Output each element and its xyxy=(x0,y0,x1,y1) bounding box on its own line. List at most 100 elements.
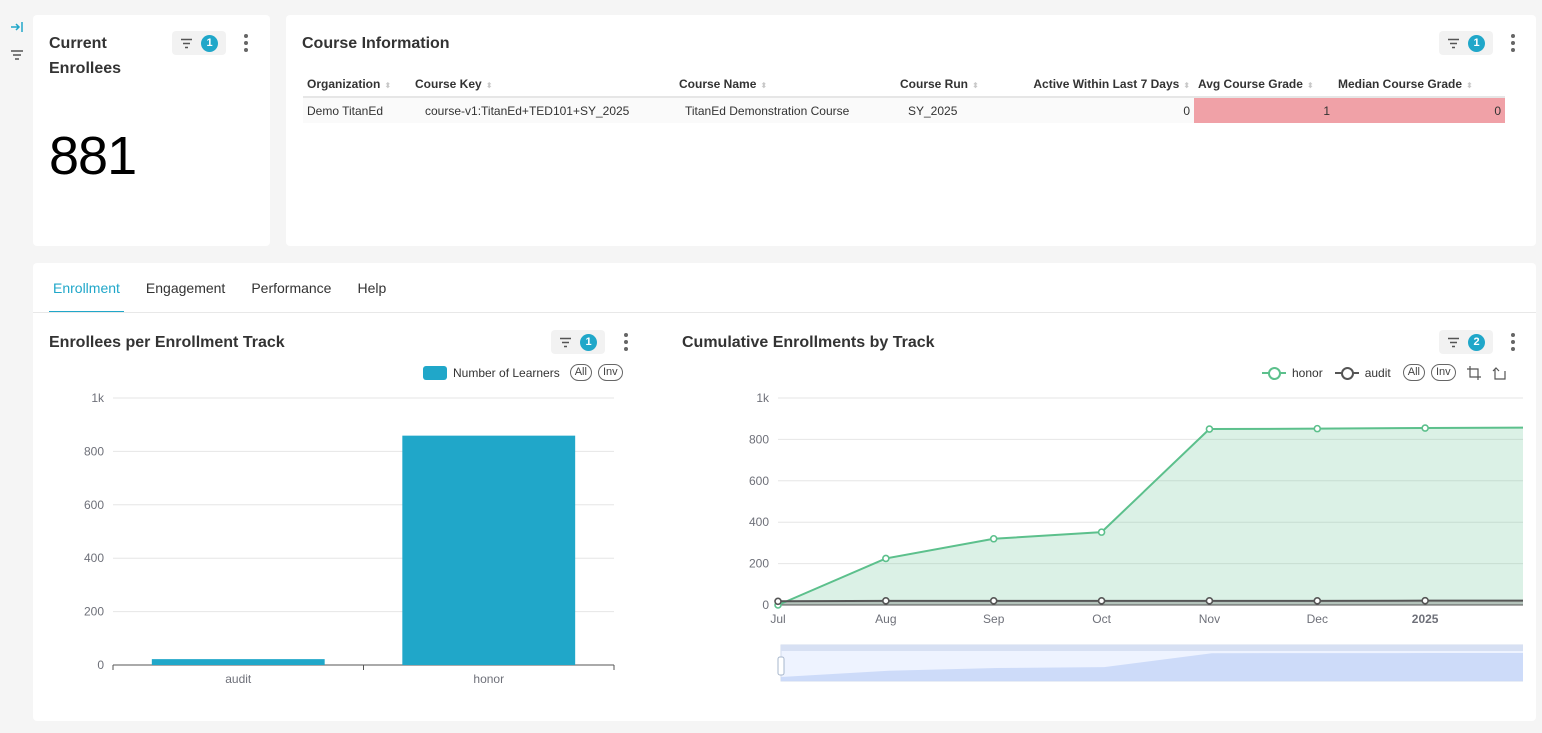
cell-active-7-days: 0 xyxy=(1016,97,1194,123)
x-tick-label: Nov xyxy=(1199,612,1220,626)
bar-chart-title: Enrollees per Enrollment Track xyxy=(49,334,285,351)
legend-swatch xyxy=(423,365,447,380)
column-header-median-grade[interactable]: Median Course Grade ⬍ xyxy=(1334,71,1505,98)
filter-count-badge: 2 xyxy=(1468,333,1485,351)
y-tick-label: 800 xyxy=(84,444,104,458)
legend-select-all-button[interactable]: All xyxy=(569,364,592,381)
column-header-active-7-days[interactable]: Active Within Last 7 Days ⬍ xyxy=(1016,71,1194,98)
filter-indicator[interactable]: 2 xyxy=(1439,330,1493,354)
y-tick-label: 0 xyxy=(97,658,104,672)
legend-swatch-audit xyxy=(1334,366,1359,380)
cell-median-grade: 0 xyxy=(1334,97,1505,123)
point-audit xyxy=(1097,597,1106,605)
tab-performance[interactable]: Performance xyxy=(247,263,335,313)
legend-invert-button[interactable]: Inv xyxy=(1430,364,1456,381)
y-tick-label: 1k xyxy=(756,391,770,405)
x-tick-label: Aug xyxy=(875,612,896,626)
legend-label-audit[interactable]: audit xyxy=(1365,366,1391,380)
y-tick-label: 600 xyxy=(84,498,104,512)
line-audit xyxy=(777,599,1523,603)
zoom-select-icon[interactable] xyxy=(1466,365,1482,381)
point-audit xyxy=(1421,596,1429,605)
sort-icon: ⬍ xyxy=(485,80,493,90)
bar-chart-legend: Number of Learners All Inv xyxy=(423,364,623,381)
expand-sidebar-icon[interactable] xyxy=(9,19,25,35)
table-row[interactable]: Demo TitanEd course-v1:TitanEd+TED101+SY… xyxy=(303,97,1505,123)
zoom-slider-bar xyxy=(781,645,1523,651)
column-header-course-run[interactable]: Course Run ⬍ xyxy=(896,71,1016,98)
y-tick-label: 200 xyxy=(84,605,104,619)
tab-help[interactable]: Help xyxy=(353,263,390,313)
point-audit xyxy=(1205,597,1214,605)
line-chart: 02004006008001kJulAugSepOctNovDec2025Feb xyxy=(749,391,1523,682)
cell-course-run: SY_2025 xyxy=(896,97,1016,123)
sort-icon: ⬍ xyxy=(760,80,768,90)
point-honor xyxy=(1313,424,1322,433)
point-audit xyxy=(882,597,890,605)
x-tick-label: Sep xyxy=(983,612,1005,626)
filter-indicator[interactable]: 1 xyxy=(551,330,605,354)
charts-card: Enrollment Engagement Performance Help E… xyxy=(33,263,1536,721)
more-options-icon[interactable] xyxy=(1508,33,1518,53)
point-honor xyxy=(882,554,890,563)
bar-chart: 0 200 400 600 800 1k audit honor xyxy=(84,391,615,686)
current-enrollees-title: Current Enrollees xyxy=(49,35,122,77)
filter-count-badge: 1 xyxy=(580,333,597,351)
x-tick-label: 2025 xyxy=(1412,612,1439,626)
sort-icon: ⬍ xyxy=(972,80,979,90)
point-audit xyxy=(1313,597,1322,605)
legend-label-honor[interactable]: honor xyxy=(1292,366,1323,380)
line-chart-title: Cumulative Enrollments by Track xyxy=(682,334,935,351)
column-header-organization[interactable]: Organization ⬍ xyxy=(303,71,411,98)
filter-icon[interactable] xyxy=(9,47,25,63)
point-honor xyxy=(1097,528,1106,536)
filter-count-badge: 1 xyxy=(1468,34,1485,52)
tab-engagement[interactable]: Engagement xyxy=(142,263,229,313)
left-toolbar xyxy=(0,0,33,733)
legend-select-all-button[interactable]: All xyxy=(1402,364,1425,381)
column-header-avg-grade[interactable]: Avg Course Grade ⬍ xyxy=(1194,71,1334,98)
bar-honor xyxy=(402,435,576,665)
area-honor xyxy=(778,427,1523,605)
y-tick-label: 600 xyxy=(749,474,769,488)
x-tick-label: Jul xyxy=(770,612,785,626)
point-audit xyxy=(989,597,998,605)
filter-indicator[interactable]: 1 xyxy=(172,31,226,55)
filter-icon xyxy=(560,337,571,347)
point-honor xyxy=(1205,425,1214,433)
legend-label[interactable]: Number of Learners xyxy=(453,366,560,380)
tab-bar: Enrollment Engagement Performance Help xyxy=(49,263,408,313)
zoom-reset-icon[interactable] xyxy=(1492,365,1508,381)
cell-organization: Demo TitanEd xyxy=(303,97,411,123)
legend-swatch-honor xyxy=(1262,366,1286,380)
x-tick-label: Dec xyxy=(1307,612,1328,626)
more-options-icon[interactable] xyxy=(621,332,631,352)
tab-enrollment[interactable]: Enrollment xyxy=(49,263,124,313)
filter-icon xyxy=(181,38,192,48)
x-tick-label: honor xyxy=(473,672,504,686)
y-tick-label: 1k xyxy=(91,391,105,405)
y-tick-label: 200 xyxy=(749,557,769,571)
current-enrollees-card: Current Enrollees 1 881 xyxy=(33,15,270,246)
point-honor xyxy=(989,534,998,543)
column-header-course-key[interactable]: Course Key ⬍ xyxy=(411,71,675,98)
cell-course-name: TitanEd Demonstration Course xyxy=(675,97,896,123)
y-tick-label: 0 xyxy=(762,598,769,612)
more-options-icon[interactable] xyxy=(1508,332,1518,352)
filter-icon xyxy=(1448,38,1459,48)
filter-indicator[interactable]: 1 xyxy=(1439,31,1493,55)
legend-invert-button[interactable]: Inv xyxy=(597,364,623,381)
column-header-course-name[interactable]: Course Name ⬍ xyxy=(675,71,896,98)
filter-count-badge: 1 xyxy=(201,34,218,52)
zoom-handle-left xyxy=(777,656,785,676)
sort-icon: ⬍ xyxy=(384,80,392,90)
course-information-title: Course Information xyxy=(302,35,450,52)
tab-divider xyxy=(33,312,1536,313)
enrollee-count: 881 xyxy=(49,126,137,186)
cell-avg-grade: 1 xyxy=(1194,97,1334,123)
point-audit xyxy=(774,597,782,606)
more-options-icon[interactable] xyxy=(241,33,251,53)
sort-icon: ⬍ xyxy=(1466,80,1473,90)
cell-course-key: course-v1:TitanEd+TED101+SY_2025 xyxy=(411,97,675,123)
sort-icon: ⬍ xyxy=(1306,80,1314,90)
